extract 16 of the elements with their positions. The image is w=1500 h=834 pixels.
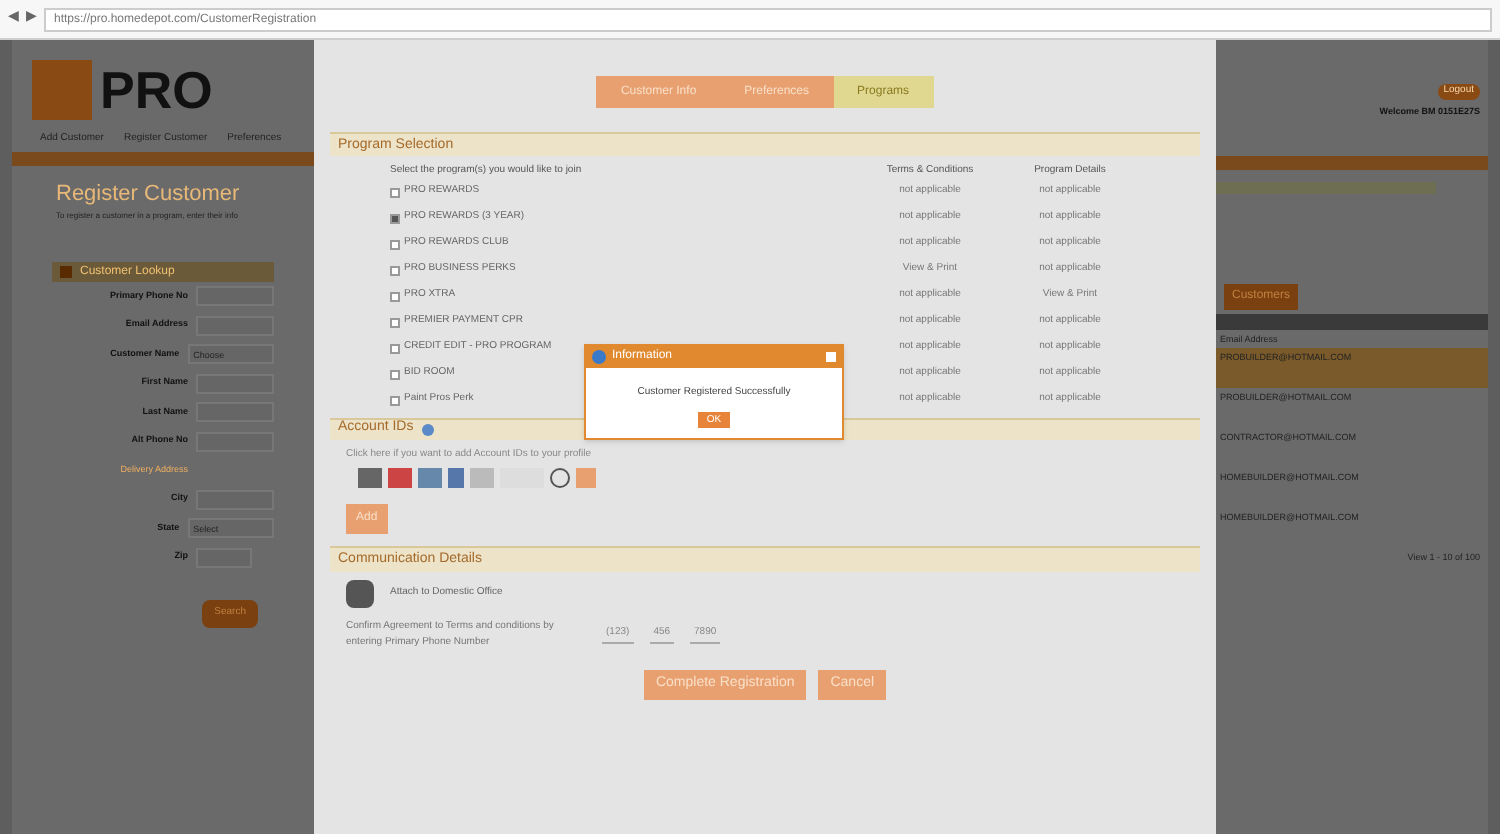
logo-text: PRO (100, 64, 213, 116)
checkbox[interactable] (390, 213, 400, 223)
page-title: Register Customer (56, 179, 242, 209)
help-icon[interactable] (421, 423, 434, 435)
checkbox[interactable] (390, 395, 400, 405)
checkbox[interactable] (390, 239, 400, 249)
checkbox[interactable] (390, 291, 400, 301)
info-icon (592, 350, 606, 364)
checkbox[interactable] (390, 265, 400, 275)
checkbox[interactable] (390, 369, 400, 379)
office-icon (346, 580, 374, 608)
checkbox[interactable] (390, 343, 400, 353)
logo-icon (32, 60, 92, 120)
checkbox[interactable] (390, 187, 400, 197)
checkbox[interactable] (390, 317, 400, 327)
panel-icon (60, 266, 72, 278)
